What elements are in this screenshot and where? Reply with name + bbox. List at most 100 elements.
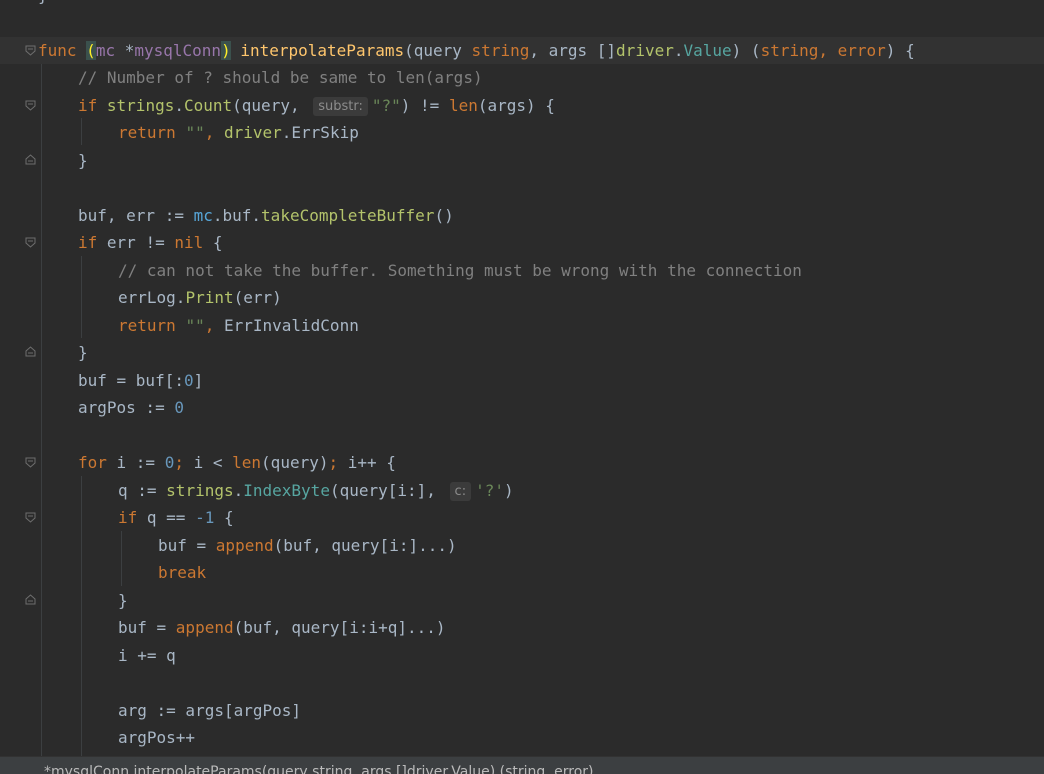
receiver-ref: mc xyxy=(193,206,213,225)
function-indexbyte: IndexByte xyxy=(243,481,330,500)
keyword-for: for xyxy=(78,453,117,472)
dot: . xyxy=(233,481,244,500)
string-literal: "?" xyxy=(371,96,401,115)
breadcrumb[interactable]: *mysqlConn.interpolateParams(query strin… xyxy=(44,764,594,774)
package-driver: driver xyxy=(223,123,282,142)
fold-collapse-icon[interactable] xyxy=(25,512,36,523)
code-line-brace[interactable]: } xyxy=(78,339,88,366)
code-line-increment[interactable]: i += q xyxy=(118,642,176,669)
call-parens: () xyxy=(434,206,454,225)
method-call: takeCompleteBuffer xyxy=(261,206,435,225)
function-name: interpolateParams xyxy=(240,41,405,60)
dot: . xyxy=(174,96,184,115)
code-line-comment[interactable]: // Number of ? should be same to len(arg… xyxy=(78,64,483,91)
comma: , xyxy=(204,123,224,142)
fold-end-icon[interactable] xyxy=(25,346,36,357)
return-sep: , xyxy=(818,41,838,60)
keyword-nil: nil xyxy=(174,233,204,252)
code-line-append-slice[interactable]: buf = append(buf, query[i:i+q]...) xyxy=(118,614,446,641)
code-line-argpos-inc[interactable]: argPos++ xyxy=(118,724,195,751)
builtin-append: append xyxy=(215,536,274,555)
comma: , xyxy=(204,316,224,335)
call-args: (buf, query[i:]...) xyxy=(273,536,457,555)
assignment: buf = xyxy=(118,618,176,637)
paren-close: ) xyxy=(503,481,514,500)
string-literal: "" xyxy=(185,123,205,142)
statement: argPos++ xyxy=(118,728,196,747)
builtin-len: len xyxy=(232,453,262,472)
method-print: Print xyxy=(185,288,234,307)
code-line-for[interactable]: for i := 0; i < len(query); i++ { xyxy=(78,449,396,476)
fold-end-icon[interactable] xyxy=(25,154,36,165)
rune-literal: '?' xyxy=(475,481,504,500)
code-line-errlog[interactable]: errLog.Print(err) xyxy=(118,284,282,311)
type-value: Value xyxy=(683,41,732,60)
code-line-return-errskip[interactable]: return "", driver.ErrSkip xyxy=(118,119,359,146)
package-strings: strings xyxy=(106,96,175,115)
comment: // Number of ? should be same to len(arg… xyxy=(78,68,483,87)
call-args: (query[i:], xyxy=(329,481,446,500)
keyword-return: return xyxy=(118,316,186,335)
fold-collapse-icon[interactable] xyxy=(25,45,36,56)
code-line-take-buffer[interactable]: buf, err := mc.buf.takeCompleteBuffer() xyxy=(78,202,454,229)
semicolon: ; xyxy=(328,453,348,472)
code-line-if-q[interactable]: if q == -1 { xyxy=(118,504,234,531)
fold-collapse-icon[interactable] xyxy=(25,237,36,248)
assignment: argPos := xyxy=(78,398,175,417)
code-line-return-invalid[interactable]: return "", ErrInvalidConn xyxy=(118,312,359,339)
dot: . xyxy=(212,206,223,225)
post-statement: i++ { xyxy=(347,453,396,472)
statement: i += q xyxy=(118,646,176,665)
code-line-brace[interactable]: } xyxy=(78,147,88,174)
breadcrumb-bar[interactable]: *mysqlConn.interpolateParams(query strin… xyxy=(0,756,1044,774)
number-literal: 0 xyxy=(174,398,184,417)
code-line-append-rest[interactable]: buf = append(buf, query[i:]...) xyxy=(158,532,457,559)
keyword-break: break xyxy=(158,563,207,582)
code-line-comment[interactable]: // can not take the buffer. Something mu… xyxy=(118,257,802,284)
receiver-name: mc xyxy=(95,41,125,60)
indent-guide xyxy=(121,531,122,586)
args-close: (args) { xyxy=(477,96,555,115)
field-buf: buf xyxy=(222,206,252,225)
parameter-hint: c: xyxy=(449,482,472,501)
keyword-if: if xyxy=(118,508,147,527)
code-line-buf-reset[interactable]: buf = buf[:0] xyxy=(78,367,203,394)
code-line-brace[interactable]: } xyxy=(118,587,128,614)
code-line-func-signature[interactable]: func (mc *mysqlConn) interpolateParams(q… xyxy=(38,37,915,64)
builtin-append: append xyxy=(175,618,234,637)
identifier: ErrInvalidConn xyxy=(223,316,359,335)
assignment: buf, err := xyxy=(78,206,194,225)
condition: err != xyxy=(106,233,175,252)
brace-open: { xyxy=(203,233,223,252)
indent-guide xyxy=(81,476,82,756)
bracket: ] xyxy=(193,371,204,390)
code-line-if-err[interactable]: if err != nil { xyxy=(78,229,223,256)
indent-guide xyxy=(81,118,82,145)
pointer-star: * xyxy=(124,41,135,60)
keyword-return: return xyxy=(118,123,186,142)
identifier: errLog. xyxy=(118,288,186,307)
code-line-argpos[interactable]: argPos := 0 xyxy=(78,394,184,421)
return-type-error: error xyxy=(837,41,886,60)
number-literal: 0 xyxy=(183,371,194,390)
args: (query, xyxy=(232,96,310,115)
fold-end-icon[interactable] xyxy=(25,594,36,605)
fold-collapse-icon[interactable] xyxy=(25,457,36,468)
keyword-if: if xyxy=(78,233,107,252)
brace-close: } xyxy=(78,151,88,170)
fold-collapse-icon[interactable] xyxy=(25,100,36,111)
code-line-if-count[interactable]: if strings.Count(query, substr: "?") != l… xyxy=(78,92,555,119)
code-editor[interactable]: } func (mc *mysqlConn) interpolateParams… xyxy=(0,0,1044,756)
code-line-break[interactable]: break xyxy=(158,559,206,586)
statement: arg := args[argPos] xyxy=(118,701,302,720)
brace-close: } xyxy=(78,343,88,362)
params-close: ) ( xyxy=(731,41,761,60)
package-driver: driver xyxy=(616,41,674,60)
init: i := xyxy=(116,453,165,472)
number-literal: -1 xyxy=(195,508,215,527)
code-line-indexbyte[interactable]: q := strings.IndexByte(query[i:], c: '?') xyxy=(118,477,514,504)
indent-guide xyxy=(41,64,42,756)
code-line-arg[interactable]: arg := args[argPos] xyxy=(118,697,301,724)
type-string: string xyxy=(471,41,530,60)
